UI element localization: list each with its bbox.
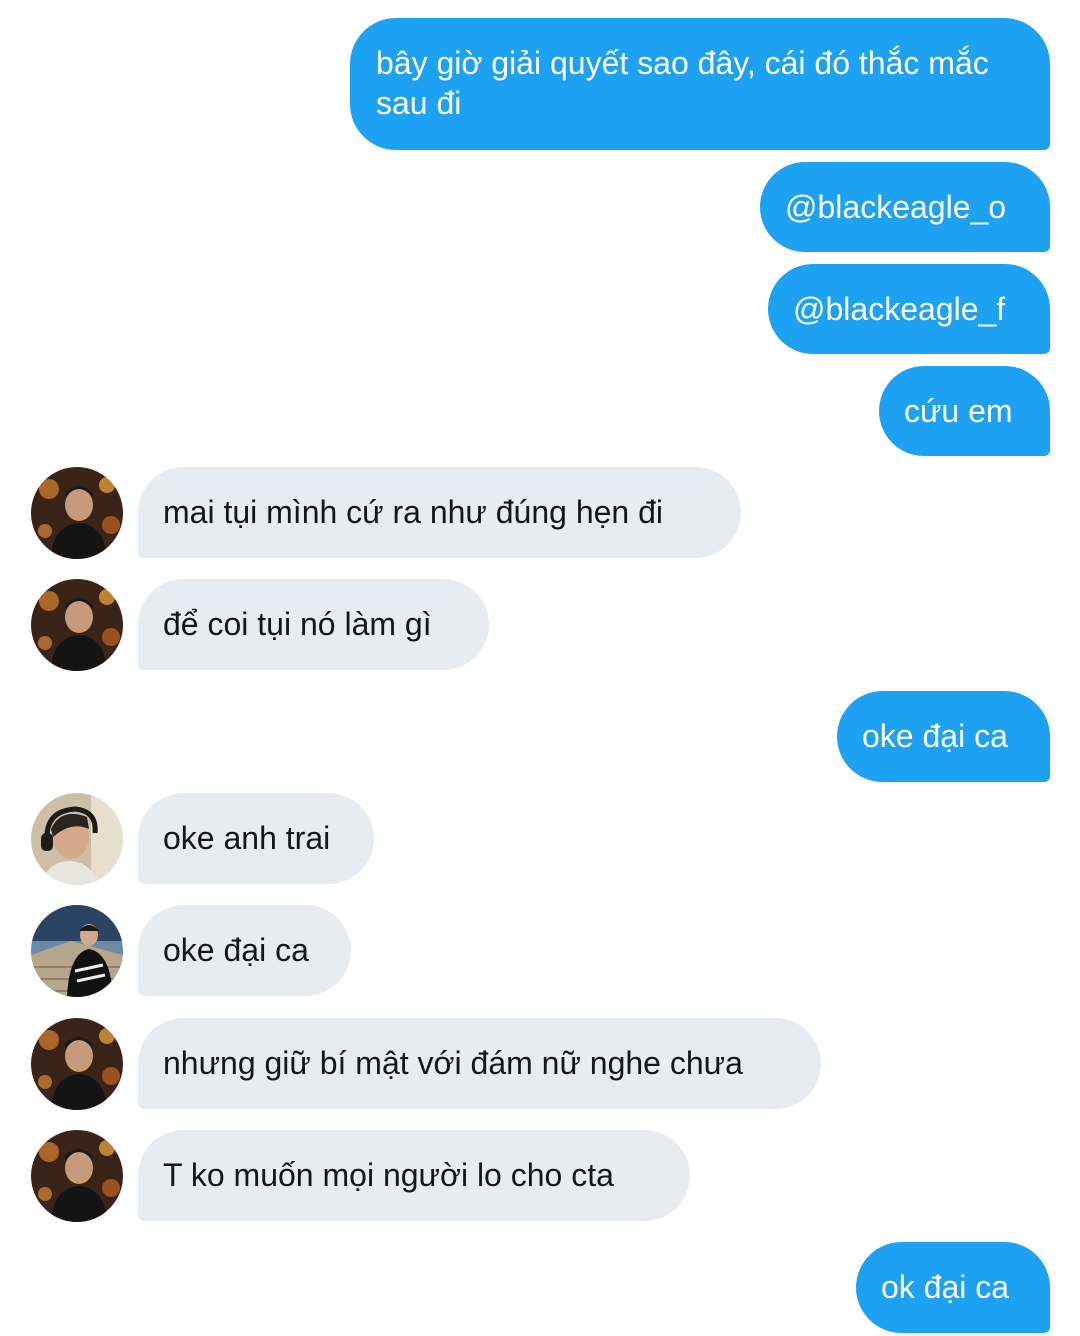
sent-message[interactable]: @blackeagle_f (768, 264, 1050, 354)
message-thread[interactable]: bây giờ giải quyết sao đây, cái đó thắc … (0, 0, 1080, 1336)
sent-message[interactable]: oke đại ca (837, 691, 1050, 782)
user-avatar-1[interactable] (31, 1018, 123, 1110)
user-avatar-3-image (31, 905, 123, 997)
sent-message[interactable]: bây giờ giải quyết sao đây, cái đó thắc … (350, 18, 1050, 150)
received-message[interactable]: oke anh trai (138, 793, 374, 884)
user-avatar-1-image (31, 467, 123, 559)
sent-message[interactable]: cứu em (879, 366, 1050, 456)
user-avatar-2-image (31, 793, 123, 885)
user-avatar-3[interactable] (31, 905, 123, 997)
received-message[interactable]: nhưng giữ bí mật với đám nữ nghe chưa (138, 1018, 821, 1109)
received-message[interactable]: mai tụi mình cứ ra như đúng hẹn đi (138, 467, 741, 558)
received-message[interactable]: oke đại ca (138, 905, 351, 996)
sent-message[interactable]: ok đại ca (856, 1242, 1050, 1333)
received-message[interactable]: T ko muốn mọi người lo cho cta (138, 1130, 690, 1221)
user-avatar-1[interactable] (31, 1130, 123, 1222)
user-avatar-2[interactable] (31, 793, 123, 885)
user-avatar-1-image (31, 1130, 123, 1222)
user-avatar-1[interactable] (31, 467, 123, 559)
user-avatar-1[interactable] (31, 579, 123, 671)
user-avatar-1-image (31, 579, 123, 671)
received-message[interactable]: để coi tụi nó làm gì (138, 579, 489, 670)
user-avatar-1-image (31, 1018, 123, 1110)
sent-message[interactable]: @blackeagle_o (760, 162, 1050, 252)
